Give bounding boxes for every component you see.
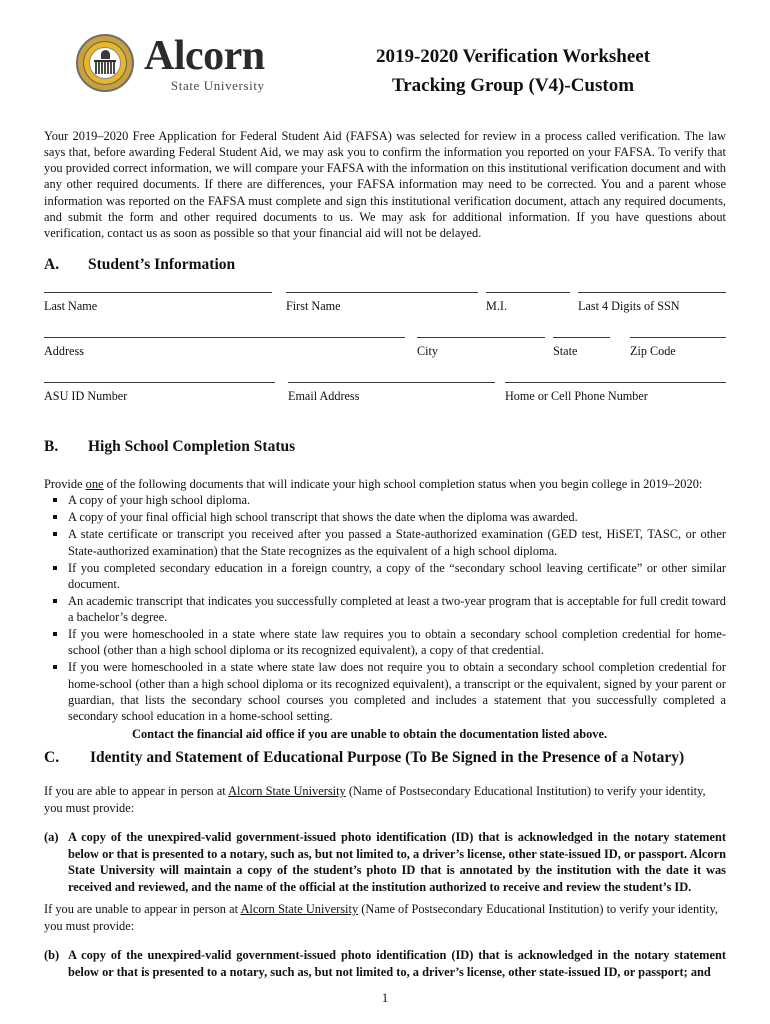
list-item: A copy of your final official high schoo… bbox=[44, 509, 726, 525]
list-item: If you were homeschooled in a state wher… bbox=[44, 659, 726, 724]
form-field-m-i[interactable]: M.I. bbox=[486, 291, 570, 313]
section-b-lead-underlined: one bbox=[85, 476, 104, 491]
field-label: Email Address bbox=[288, 388, 360, 403]
university-name: Alcorn bbox=[144, 32, 265, 79]
form-field-zip-code[interactable]: Zip Code bbox=[630, 336, 726, 358]
list-item-b-text: A copy of the unexpired-valid government… bbox=[68, 948, 726, 979]
section-c-letter: C. bbox=[44, 749, 60, 767]
form-field-last-name[interactable]: Last Name bbox=[44, 291, 272, 313]
section-a-title: Student’s Information bbox=[88, 255, 236, 273]
field-label: Last 4 Digits of SSN bbox=[578, 298, 680, 313]
list-item: A copy of your high school diploma. bbox=[44, 492, 726, 508]
field-label: State bbox=[553, 343, 578, 358]
field-label: Zip Code bbox=[630, 343, 676, 358]
list-item: If you completed secondary education in … bbox=[44, 560, 726, 592]
list-item-b: (b) A copy of the unexpired-valid governm… bbox=[44, 947, 726, 980]
high-school-document-list: A copy of your high school diploma. A cop… bbox=[44, 492, 726, 724]
section-b-heading: B. High School Completion Status bbox=[44, 437, 726, 458]
section-c-heading: C. Identity and Statement of Educational … bbox=[44, 748, 726, 769]
field-label: M.I. bbox=[486, 298, 507, 313]
field-label: ASU ID Number bbox=[44, 388, 128, 403]
section-b-lead-before: Provide bbox=[44, 476, 86, 491]
section-a-letter: A. bbox=[44, 255, 60, 273]
form-field-address[interactable]: Address bbox=[44, 336, 405, 358]
form-field-home-or-cell-phone-number[interactable]: Home or Cell Phone Number bbox=[505, 381, 726, 403]
page-title: 2019-2020 Verification Worksheet Trackin… bbox=[300, 42, 726, 101]
field-row: ASU ID Number Email Address Home or Cell P… bbox=[44, 381, 726, 427]
able-text-before: If you are able to appear in person at bbox=[44, 784, 229, 799]
university-seal-icon bbox=[76, 34, 134, 92]
document-page: Alcorn State University 2019-2020 Verifi… bbox=[0, 0, 770, 1024]
list-item: An academic transcript that indicates yo… bbox=[44, 593, 726, 625]
unable-text-before: If you are unable to appear in person at bbox=[44, 902, 241, 917]
field-label: Home or Cell Phone Number bbox=[505, 388, 648, 403]
form-field-first-name[interactable]: First Name bbox=[286, 291, 478, 313]
field-row: Address City State Zip Code bbox=[44, 336, 726, 382]
document-header: Alcorn State University 2019-2020 Verifi… bbox=[44, 30, 726, 112]
financial-aid-contact-note: Contact the financial aid office if you … bbox=[132, 726, 608, 741]
field-label: First Name bbox=[286, 298, 341, 313]
list-item: A state certificate or transcript you re… bbox=[44, 526, 726, 558]
field-label: Address bbox=[44, 343, 84, 358]
form-field-email-address[interactable]: Email Address bbox=[288, 381, 495, 403]
field-row: Last Name First Name M.I. Last 4 Digits of … bbox=[44, 291, 726, 337]
section-c-able-paragraph: If you are able to appear in person at A… bbox=[44, 783, 726, 816]
university-logo: Alcorn State University bbox=[76, 34, 265, 92]
list-item-a-text: A copy of the unexpired-valid government… bbox=[68, 830, 726, 894]
university-subtitle: State University bbox=[170, 77, 265, 93]
page-content: Alcorn State University 2019-2020 Verifi… bbox=[44, 30, 726, 980]
list-item: If you were homeschooled in a state wher… bbox=[44, 626, 726, 658]
section-c-unable-paragraph: If you are unable to appear in person at… bbox=[44, 901, 726, 934]
form-field-city[interactable]: City bbox=[417, 336, 545, 358]
student-information-fields: Last Name First Name M.I. Last 4 Digits of … bbox=[44, 291, 726, 427]
form-field-state[interactable]: State bbox=[553, 336, 610, 358]
field-label: City bbox=[417, 343, 438, 358]
list-item-b-marker: (b) bbox=[44, 948, 60, 963]
unable-institution-name: Alcorn State University bbox=[240, 902, 359, 917]
list-item-a: (a) A copy of the unexpired-valid governm… bbox=[44, 829, 726, 895]
able-institution-name: Alcorn State University bbox=[228, 784, 346, 799]
list-item-a-marker: (a) bbox=[44, 830, 59, 845]
form-field-last-4-digits-of-ssn[interactable]: Last 4 Digits of SSN bbox=[578, 291, 726, 313]
section-b-lead-after: of the following documents that will ind… bbox=[103, 476, 703, 491]
document-title-line-2: Tracking Group (V4)-Custom bbox=[391, 75, 635, 97]
university-wordmark: Alcorn State University bbox=[144, 35, 265, 92]
section-b-letter: B. bbox=[44, 437, 59, 455]
page-number: 1 bbox=[381, 991, 389, 1005]
section-a-heading: A. Student’s Information bbox=[44, 255, 726, 276]
field-label: Last Name bbox=[44, 298, 98, 313]
section-b-title: High School Completion Status bbox=[88, 437, 296, 455]
document-title-line-1: 2019-2020 Verification Worksheet bbox=[375, 46, 651, 67]
section-b-lead: Provide one of the following documents t… bbox=[44, 476, 726, 493]
form-field-asu-id-number[interactable]: ASU ID Number bbox=[44, 381, 275, 403]
intro-paragraph: Your 2019–2020 Free Application for Fede… bbox=[44, 129, 726, 240]
section-c-title: Identity and Statement of Educational Pu… bbox=[90, 749, 685, 767]
